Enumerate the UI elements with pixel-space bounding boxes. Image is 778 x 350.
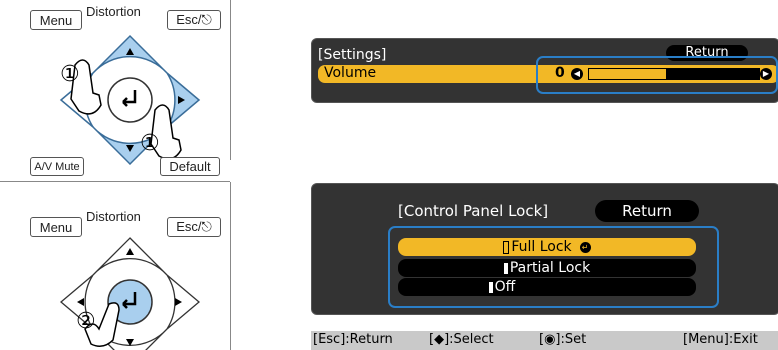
divider-bottom-vertical <box>230 182 231 350</box>
option-label-off: Off <box>494 279 516 295</box>
settings-screen: [Settings] Return Volume 0 ◀ ▶ <box>311 38 778 103</box>
lock-screen: [Control Panel Lock] Return Full Lock ↵ … <box>311 183 778 315</box>
status-bar: [Esc]:Return [◆]:Select [◉]:Set [Menu]:E… <box>311 331 778 350</box>
volume-label: Volume <box>324 65 377 81</box>
volume-increase-icon[interactable]: ▶ <box>760 68 772 80</box>
volume-value: 0 <box>555 65 565 81</box>
lock-title: [Control Panel Lock] <box>398 202 549 220</box>
status-esc: [Esc]:Return <box>313 332 393 347</box>
distortion-label-2: Distortion <box>86 209 141 224</box>
option-marker <box>488 281 493 293</box>
volume-slider[interactable] <box>588 68 760 80</box>
option-off[interactable]: Off <box>398 278 696 296</box>
status-menu: [Menu]:Exit <box>683 332 758 347</box>
menu-button[interactable]: Menu <box>30 10 82 30</box>
direction-pad[interactable] <box>55 30 205 165</box>
status-set: [◉]:Set <box>539 332 587 347</box>
option-label-partial-lock: Partial Lock <box>509 260 591 276</box>
status-select: [◆]:Select <box>429 332 494 347</box>
divider-top-vertical <box>230 0 231 160</box>
option-partial-lock[interactable]: Partial Lock <box>398 259 696 277</box>
step-1-marker-a: ① <box>60 62 80 87</box>
settings-title: [Settings] <box>318 47 387 63</box>
default-button[interactable]: Default <box>160 157 220 176</box>
enter-icon-badge: ↵ <box>579 241 591 253</box>
step-2-marker: ② <box>76 309 96 334</box>
volume-slider-fill <box>589 69 666 79</box>
lock-return-button[interactable]: Return <box>595 200 699 222</box>
distortion-label: Distortion <box>86 4 141 19</box>
option-full-lock[interactable]: Full Lock ↵ <box>398 238 696 256</box>
enter-button <box>107 77 153 123</box>
volume-decrease-icon[interactable]: ◀ <box>571 68 583 80</box>
esc-button[interactable]: Esc/⎋ <box>167 10 221 30</box>
remote-top: Menu Distortion Esc/⎋ ① ① A/V Mute Defau… <box>0 0 230 180</box>
remote-bottom: Menu Distortion Esc/⎋ ② <box>0 182 230 350</box>
option-marker <box>503 240 510 254</box>
option-marker <box>503 262 508 274</box>
av-mute-button[interactable]: A/V Mute <box>30 157 84 176</box>
step-1-marker-b: ① <box>140 131 160 156</box>
option-label-full-lock: Full Lock <box>511 239 572 255</box>
